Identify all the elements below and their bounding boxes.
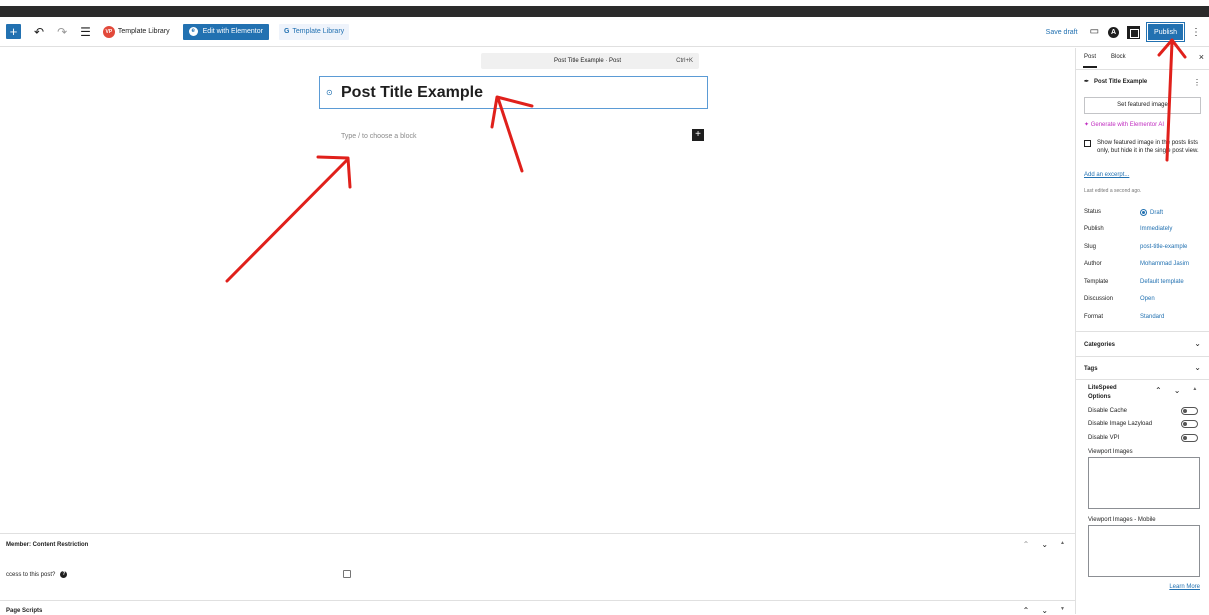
post-title-input[interactable]: Post Title Example xyxy=(341,84,483,102)
disable-vpi-toggle[interactable] xyxy=(1181,434,1198,442)
viewport-images-textarea[interactable] xyxy=(1088,457,1200,509)
quill-icon: ✒ xyxy=(1084,79,1090,85)
template-library-label: Template Library xyxy=(117,28,170,35)
sidebar-tabs: Post Block × xyxy=(1076,48,1209,70)
access-question-label: ccess to this post? xyxy=(6,571,56,578)
meta-value[interactable]: Immediately xyxy=(1140,226,1172,232)
meta-key: Format xyxy=(1084,314,1104,320)
help-icon[interactable]: ? xyxy=(60,571,68,578)
close-icon[interactable]: × xyxy=(1199,52,1204,62)
toggle-label: Disable Cache xyxy=(1088,408,1128,414)
list-view-icon[interactable]: ☰ xyxy=(80,25,91,39)
publish-button[interactable]: Publish xyxy=(1146,22,1185,42)
status-value[interactable]: Draft xyxy=(1140,209,1163,216)
redo-icon[interactable]: ↷ xyxy=(57,25,67,39)
disable-cache-toggle[interactable] xyxy=(1181,407,1198,415)
edit-with-elementor-button[interactable]: e Edit with Elementor xyxy=(182,23,269,40)
settings-panel-toggle-icon[interactable] xyxy=(1127,25,1141,39)
elementor-icon: e xyxy=(188,27,198,36)
toggle-label: Disable Image Lazyload xyxy=(1088,421,1153,427)
document-header: ✒ Post Title Example xyxy=(1084,78,1148,86)
generate-ai-link[interactable]: ✦ Generate with Elementor AI xyxy=(1084,121,1164,128)
tab-block[interactable]: Block xyxy=(1111,54,1126,60)
chevron-down-icon[interactable]: ⌄ xyxy=(1194,363,1201,372)
edit-with-elementor-label: Edit with Elementor xyxy=(202,28,263,35)
tab-post[interactable]: Post xyxy=(1082,54,1098,68)
learn-more-link[interactable]: Learn More xyxy=(1169,584,1200,590)
command-bar-title: Post Title Example · Post xyxy=(554,58,622,64)
command-bar-shortcut: Ctrl+K xyxy=(676,58,693,64)
viewport-images-mobile-textarea[interactable] xyxy=(1088,525,1200,577)
access-checkbox[interactable] xyxy=(343,570,351,578)
browser-bookmarks-strip xyxy=(0,0,1209,17)
post-title-block[interactable]: ⊙ Post Title Example xyxy=(319,76,708,109)
save-draft-button[interactable]: Save draft xyxy=(1046,29,1078,36)
meta-key: Author xyxy=(1084,261,1102,267)
move-up-icon[interactable]: ⌃ xyxy=(1155,386,1162,395)
viewport-images-label: Viewport Images xyxy=(1088,449,1133,455)
access-question: ccess to this post? ? xyxy=(6,571,68,578)
meta-box-divider xyxy=(0,600,1075,601)
add-excerpt-link[interactable]: Add an excerpt... xyxy=(1084,172,1129,178)
undo-icon[interactable]: ↶ xyxy=(34,25,44,39)
toggle-label: Disable VPI xyxy=(1088,435,1120,441)
member-restriction-controls: ⌃ ⌄ ▲ xyxy=(1023,540,1065,549)
command-palette-bar[interactable]: Post Title Example · Post Ctrl+K xyxy=(481,53,699,69)
meta-key: Publish xyxy=(1084,226,1104,232)
document-kebab-icon[interactable]: ⋮ xyxy=(1193,78,1201,87)
meta-key: Template xyxy=(1084,279,1109,285)
generate-ai-label: Generate with Elementor AI xyxy=(1090,122,1165,128)
meta-value[interactable]: Standard xyxy=(1140,314,1164,320)
template-library-button[interactable]: VP Template Library xyxy=(102,25,170,38)
editor-toolbar: + ↶ ↷ ☰ VP Template Library e Edit with … xyxy=(0,17,1209,47)
eye-icon: ⊙ xyxy=(326,88,333,97)
member-restriction-title: Member: Content Restriction xyxy=(6,542,89,548)
set-featured-image-button[interactable]: Set featured image xyxy=(1084,97,1201,114)
template-library-logo: VP xyxy=(102,25,115,38)
preview-device-icon[interactable]: ▭ xyxy=(1090,26,1099,38)
tags-panel-toggle[interactable]: Tags xyxy=(1084,366,1098,372)
meta-value[interactable]: Default template xyxy=(1140,279,1184,285)
document-title: Post Title Example xyxy=(1094,78,1148,85)
meta-boxes-area: Member: Content Restriction ⌃ ⌄ ▲ ccess … xyxy=(0,533,1075,615)
template-library-icon: G xyxy=(283,28,290,35)
meta-value: Draft xyxy=(1150,209,1164,216)
move-up-icon[interactable]: ⌃ xyxy=(1023,540,1030,549)
meta-key: Status xyxy=(1084,209,1102,215)
show-featured-checkbox[interactable] xyxy=(1084,140,1091,147)
collapse-icon[interactable]: ▲ xyxy=(1192,386,1197,395)
collapse-icon[interactable]: ▲ xyxy=(1060,540,1065,549)
meta-value[interactable]: Mohammad Jasim xyxy=(1140,261,1189,267)
disable-lazyload-toggle[interactable] xyxy=(1181,420,1198,428)
sidebar-divider xyxy=(1076,379,1209,380)
page-scripts-title: Page Scripts xyxy=(6,608,43,614)
template-library-secondary-button[interactable]: G Template Library xyxy=(278,23,350,40)
inline-add-block-button[interactable]: + xyxy=(692,129,704,141)
meta-value[interactable]: Open xyxy=(1140,296,1155,302)
litespeed-title: LiteSpeed Options xyxy=(1088,385,1117,400)
viewport-images-mobile-label: Viewport Images - Mobile xyxy=(1088,517,1156,523)
astra-settings-icon[interactable]: A xyxy=(1108,26,1120,38)
sidebar-divider xyxy=(1076,356,1209,357)
editor-canvas: Post Title Example · Post Ctrl+K ⊙ Post … xyxy=(0,48,1075,533)
block-placeholder[interactable]: Type / to choose a block xyxy=(341,133,417,140)
settings-sidebar: Post Block × ✒ Post Title Example ⋮ Set … xyxy=(1075,48,1209,614)
draft-icon xyxy=(1140,209,1147,216)
litespeed-controls: ⌃ ⌄ ▲ xyxy=(1155,386,1197,395)
bookmarks-bar xyxy=(0,6,1209,17)
show-featured-label: Show featured image in the posts lists o… xyxy=(1097,140,1199,154)
sparkle-icon: ✦ xyxy=(1084,122,1090,128)
template-library-secondary-label: Template Library xyxy=(292,28,345,35)
move-down-icon[interactable]: ⌄ xyxy=(1041,540,1048,549)
meta-value[interactable]: post-title-example xyxy=(1140,244,1187,250)
last-edited-text: Last edited a second ago. xyxy=(1084,188,1142,194)
chevron-down-icon[interactable]: ⌄ xyxy=(1194,339,1201,348)
meta-key: Discussion xyxy=(1084,296,1114,302)
categories-panel-toggle[interactable]: Categories xyxy=(1084,342,1115,348)
move-down-icon[interactable]: ⌄ xyxy=(1174,386,1181,395)
add-block-toggle-button[interactable]: + xyxy=(6,24,21,39)
options-kebab-icon[interactable]: ⋮ xyxy=(1191,27,1201,38)
sidebar-divider xyxy=(1076,331,1209,332)
meta-key: Slug xyxy=(1084,244,1097,250)
